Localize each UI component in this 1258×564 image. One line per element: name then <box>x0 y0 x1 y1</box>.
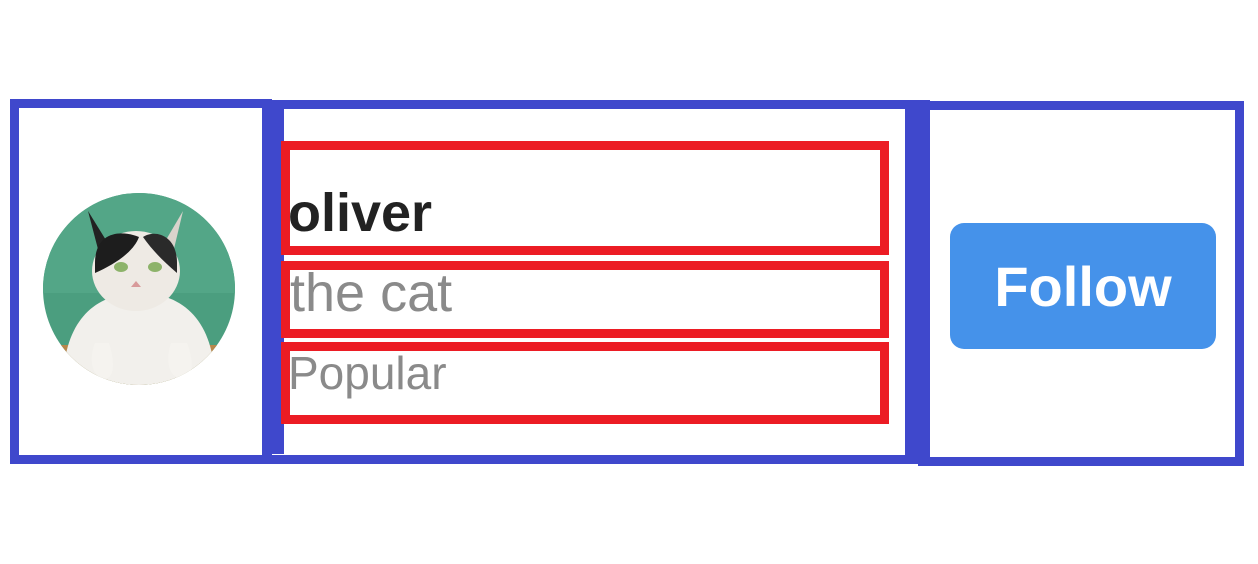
column-divider <box>905 108 927 458</box>
profile-bio: the cat <box>290 263 453 323</box>
profile-tag: Popular <box>288 347 447 399</box>
cat-photo-icon <box>43 193 235 385</box>
profile-card: oliver the cat Popular Follow <box>0 0 1258 564</box>
follow-button[interactable]: Follow <box>950 223 1216 349</box>
profile-name[interactable]: oliver <box>288 178 432 248</box>
avatar[interactable] <box>43 193 235 385</box>
